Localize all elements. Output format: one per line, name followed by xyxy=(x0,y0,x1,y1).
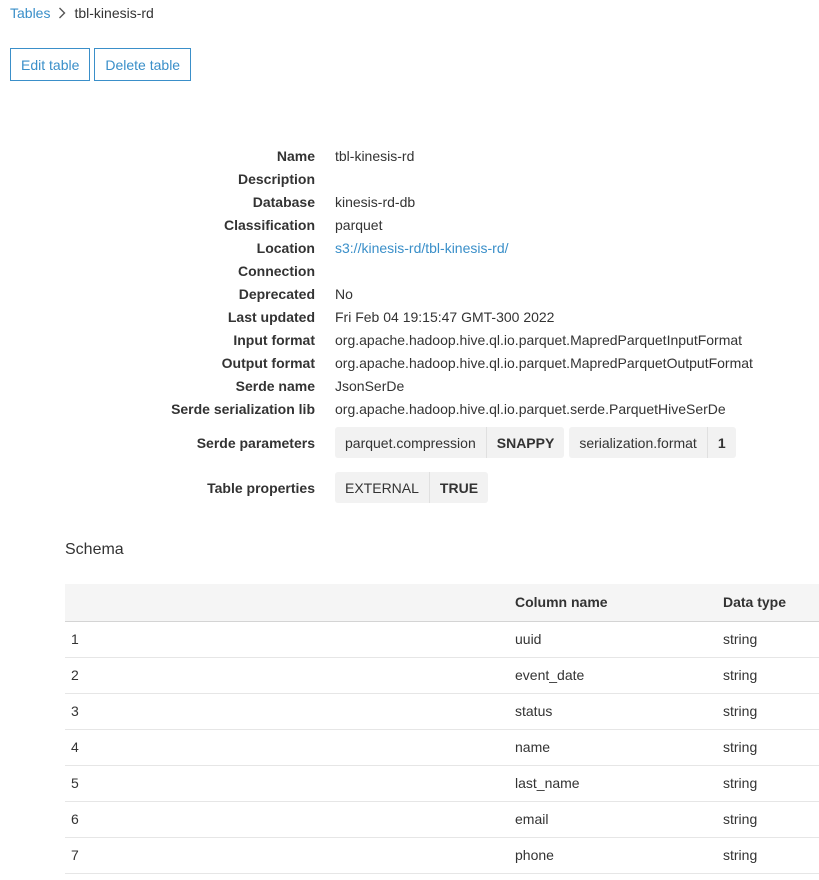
breadcrumb: Tables tbl-kinesis-rd xyxy=(10,4,154,22)
property-label: Last updated xyxy=(227,308,315,325)
row-data-type: string xyxy=(717,729,819,766)
row-column-name: uuid xyxy=(509,621,717,658)
property-value: kinesis-rd-db xyxy=(335,193,416,210)
key-value-tag: EXTERNAL TRUE xyxy=(335,472,489,503)
schema-table: Column name Data type 1 uuid string 2 ev… xyxy=(65,584,819,874)
row-index: 6 xyxy=(65,801,509,838)
property-label: Database xyxy=(252,193,315,210)
property-label: Connection xyxy=(238,262,315,279)
property-value: JsonSerDe xyxy=(335,377,405,394)
table-row: 5 last_name string xyxy=(65,765,819,802)
column-name-header[interactable]: Column name xyxy=(509,584,717,622)
tag-value: SNAPPY xyxy=(496,434,555,451)
row-data-type: string xyxy=(717,801,819,838)
table-properties-tags: EXTERNAL TRUE xyxy=(335,472,489,503)
property-label: Output format xyxy=(221,354,315,371)
row-column-name: phone xyxy=(509,837,717,874)
property-row-location: Location s3://kinesis-rd/tbl-kinesis-rd/ xyxy=(0,236,819,259)
breadcrumb-tables-link[interactable]: Tables xyxy=(10,5,50,21)
property-label: Classification xyxy=(223,216,315,233)
tag-value: TRUE xyxy=(439,479,479,496)
property-row-serde-lib: Serde serialization lib org.apache.hadoo… xyxy=(0,397,819,420)
breadcrumb-current: tbl-kinesis-rd xyxy=(74,5,154,21)
property-row-output-format: Output format org.apache.hadoop.hive.ql.… xyxy=(0,351,819,374)
property-label: Description xyxy=(237,170,315,187)
data-type-header[interactable]: Data type xyxy=(717,584,819,622)
row-index: 4 xyxy=(65,729,509,766)
row-data-type: string xyxy=(717,837,819,874)
table-actions: Edit table Delete table xyxy=(10,48,192,81)
schema-heading: Schema xyxy=(65,541,124,558)
property-value: org.apache.hadoop.hive.ql.io.parquet.ser… xyxy=(335,400,726,417)
property-value: parquet xyxy=(335,216,383,233)
property-row-table-properties: Table properties EXTERNAL TRUE xyxy=(0,465,819,510)
edit-table-button[interactable]: Edit table xyxy=(10,48,91,81)
property-row-classification: Classification parquet xyxy=(0,213,819,236)
row-index: 1 xyxy=(65,621,509,658)
property-value: org.apache.hadoop.hive.ql.io.parquet.Map… xyxy=(335,331,743,348)
row-column-name: name xyxy=(509,729,717,766)
index-column-header[interactable] xyxy=(65,584,509,622)
row-index: 7 xyxy=(65,837,509,874)
property-row-deprecated: Deprecated No xyxy=(0,282,819,305)
key-value-tag: parquet.compression SNAPPY xyxy=(335,427,565,458)
property-value: tbl-kinesis-rd xyxy=(335,147,415,164)
row-data-type: string xyxy=(717,765,819,802)
row-index: 2 xyxy=(65,657,509,694)
property-label: Input format xyxy=(233,331,315,348)
property-label: Serde name xyxy=(235,377,315,394)
property-row-database: Database kinesis-rd-db xyxy=(0,190,819,213)
tag-value: 1 xyxy=(717,434,726,451)
table-row: 3 status string xyxy=(65,693,819,730)
row-column-name: event_date xyxy=(509,657,717,694)
property-value: org.apache.hadoop.hive.ql.io.parquet.Map… xyxy=(335,354,753,371)
serde-parameters-tags: parquet.compression SNAPPY serialization… xyxy=(335,427,736,458)
location-link[interactable]: s3://kinesis-rd/tbl-kinesis-rd/ xyxy=(335,240,509,256)
property-row-name: Name tbl-kinesis-rd xyxy=(0,144,819,167)
table-row: 7 phone string xyxy=(65,837,819,874)
property-label: Name xyxy=(276,147,315,164)
property-row-serde-parameters: Serde parameters parquet.compression SNA… xyxy=(0,420,819,465)
property-row-serde-name: Serde name JsonSerDe xyxy=(0,374,819,397)
row-index: 5 xyxy=(65,765,509,802)
tag-key: EXTERNAL xyxy=(335,472,430,503)
row-index: 3 xyxy=(65,693,509,730)
property-row-description: Description xyxy=(0,167,819,190)
table-properties-list: Name tbl-kinesis-rd Description Database… xyxy=(0,144,819,510)
property-row-last-updated: Last updated Fri Feb 04 19:15:47 GMT-300… xyxy=(0,305,819,328)
row-data-type: string xyxy=(717,621,819,658)
property-label: Serde parameters xyxy=(196,434,315,451)
delete-table-button[interactable]: Delete table xyxy=(94,48,192,81)
row-column-name: email xyxy=(509,801,717,838)
property-label: Location xyxy=(256,239,315,256)
property-label: Serde serialization lib xyxy=(171,400,315,417)
property-row-input-format: Input format org.apache.hadoop.hive.ql.i… xyxy=(0,328,819,351)
property-label: Deprecated xyxy=(238,285,315,302)
table-row: 6 email string xyxy=(65,801,819,838)
key-value-tag: serialization.format 1 xyxy=(569,427,736,458)
schema-header-row: Column name Data type xyxy=(65,584,819,622)
row-data-type: string xyxy=(717,693,819,730)
property-row-connection: Connection xyxy=(0,259,819,282)
table-row: 1 uuid string xyxy=(65,621,819,658)
chevron-right-icon xyxy=(50,7,74,19)
tag-key: parquet.compression xyxy=(335,427,487,458)
row-data-type: string xyxy=(717,657,819,694)
row-column-name: status xyxy=(509,693,717,730)
table-row: 2 event_date string xyxy=(65,657,819,694)
table-row: 4 name string xyxy=(65,729,819,766)
property-value: Fri Feb 04 19:15:47 GMT-300 2022 xyxy=(335,308,555,325)
property-label: Table properties xyxy=(207,479,315,496)
tag-key: serialization.format xyxy=(569,427,708,458)
row-column-name: last_name xyxy=(509,765,717,802)
property-value: No xyxy=(335,285,353,302)
